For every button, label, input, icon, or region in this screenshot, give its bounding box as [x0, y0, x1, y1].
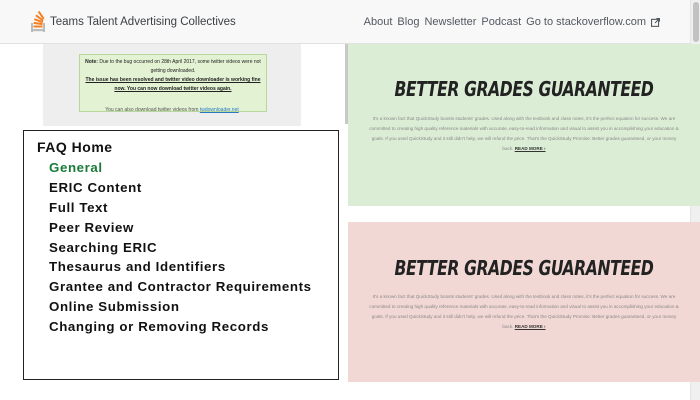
nav-newsletter-link[interactable]: Newsletter — [424, 16, 476, 28]
faq-item-full-text[interactable]: Full Text — [49, 200, 338, 216]
brand-logo-link[interactable]: Teams Talent Advertising Collectives — [30, 0, 236, 44]
notice-also-text: You can also download twitter videos fro… — [105, 107, 199, 113]
notice-also: You can also download twitter videos fro… — [43, 107, 301, 113]
faq-item-changing-records[interactable]: Changing or Removing Records — [49, 319, 338, 335]
banner-body: It's a known fact that QuickStudy boosts… — [369, 292, 679, 332]
notice-box: Note: Due to the bug occurred on 28th Ap… — [79, 54, 267, 112]
nav-blog-link[interactable]: Blog — [397, 16, 419, 28]
top-nav: About Blog Newsletter Podcast Go to stac… — [359, 0, 660, 44]
scrollbar-thumb[interactable] — [693, 2, 699, 42]
guarantee-banner-red: BETTER GRADES GUARANTEED It's a known fa… — [348, 222, 700, 382]
top-bar: Teams Talent Advertising Collectives Abo… — [0, 0, 700, 44]
brand-teams-text: Teams — [50, 15, 84, 28]
notice-line1: Due to the bug occurred on 28th April 20… — [99, 59, 261, 74]
faq-item-searching-eric[interactable]: Searching ERIC — [49, 240, 338, 256]
read-more-link[interactable]: READ MORE › — [515, 324, 546, 329]
banner-title: BETTER GRADES GUARANTEED — [394, 256, 654, 280]
faq-item-grantee[interactable]: Grantee and Contractor Requirements — [49, 279, 338, 295]
notice-line2: The issue has been resolved and twitter … — [85, 77, 261, 92]
nav-podcast-link[interactable]: Podcast — [481, 16, 521, 28]
faq-home-link[interactable]: FAQ Home — [37, 139, 338, 155]
faq-item-online-submission[interactable]: Online Submission — [49, 299, 338, 315]
twdownloader-link[interactable]: twdownloader.net — [200, 107, 239, 113]
banner-body: It's a known fact that QuickStudy boosts… — [369, 114, 679, 154]
faq-item-general[interactable]: General — [49, 160, 338, 176]
banner-title: BETTER GRADES GUARANTEED — [394, 77, 654, 101]
nav-about-link[interactable]: About — [364, 16, 393, 28]
faq-list: General ERIC Content Full Text Peer Revi… — [49, 160, 338, 335]
guarantee-banner-green: BETTER GRADES GUARANTEED It's a known fa… — [348, 44, 700, 206]
stack-logo-icon — [31, 10, 45, 32]
faq-item-thesaurus[interactable]: Thesaurus and Identifiers — [49, 259, 338, 275]
download-notice-panel: Note: Due to the bug occurred on 28th Ap… — [43, 44, 301, 126]
faq-item-eric-content[interactable]: ERIC Content — [49, 180, 338, 196]
faq-item-peer-review[interactable]: Peer Review — [49, 220, 338, 236]
brand-tagline: Talent Advertising Collectives — [86, 15, 236, 28]
nav-stackoverflow-link[interactable]: Go to stackoverflow.com — [526, 16, 646, 28]
faq-nav-box: FAQ Home General ERIC Content Full Text … — [23, 130, 339, 380]
notice-label: Note: — [85, 59, 98, 65]
external-link-icon[interactable] — [651, 17, 660, 27]
read-more-link[interactable]: READ MORE › — [515, 146, 546, 151]
